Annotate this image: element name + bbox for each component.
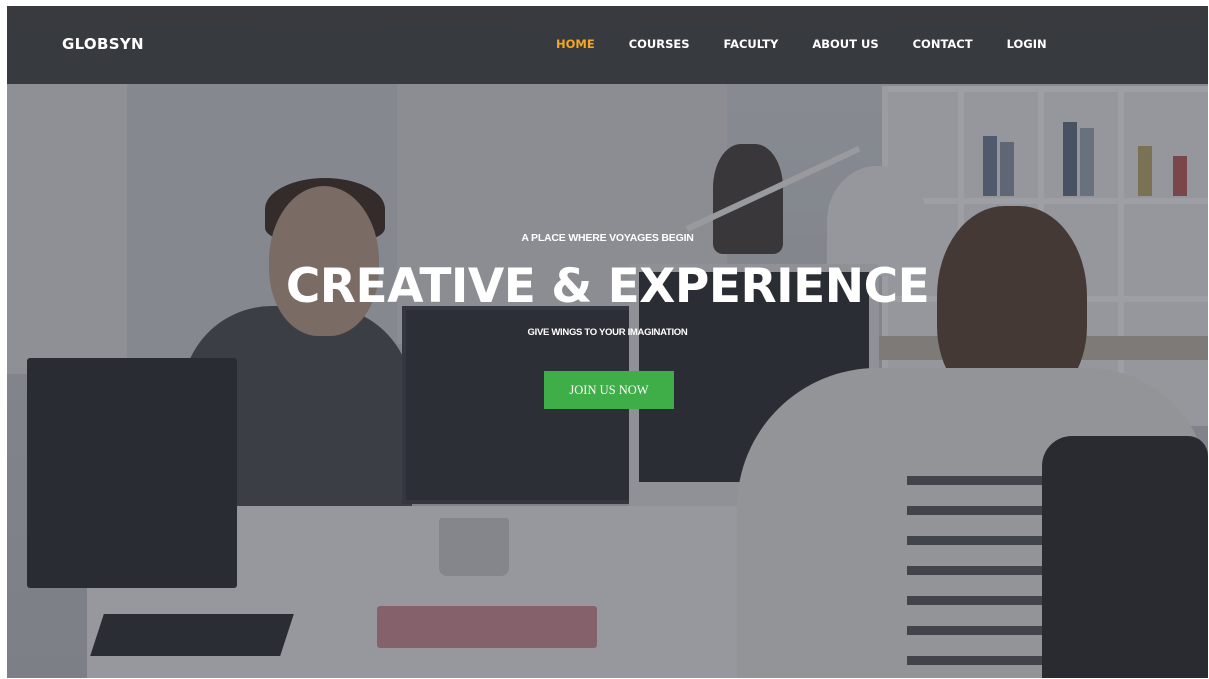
hero-dark-overlay — [7, 6, 1208, 678]
nav-login[interactable]: LOGIN — [1007, 37, 1047, 51]
nav-courses[interactable]: COURSES — [629, 37, 690, 51]
hero-subline: GIVE WINGS TO YOUR IMAGINATION — [527, 327, 688, 338]
page-frame: GLOBSYN HOME COURSES FACULTY ABOUT US CO… — [7, 6, 1208, 678]
brand-logo[interactable]: GLOBSYN — [62, 35, 144, 53]
join-us-now-button[interactable]: JOIN US NOW — [544, 371, 674, 409]
hero-tagline: A PLACE WHERE VOYAGES BEGIN — [521, 232, 694, 244]
nav-faculty[interactable]: FACULTY — [724, 37, 779, 51]
main-nav: HOME COURSES FACULTY ABOUT US CONTACT LO… — [556, 37, 1047, 51]
hero-headline: CREATIVE & EXPERIENCE — [285, 259, 930, 314]
nav-contact[interactable]: CONTACT — [913, 37, 973, 51]
nav-home[interactable]: HOME — [556, 37, 595, 51]
top-navbar: GLOBSYN HOME COURSES FACULTY ABOUT US CO… — [7, 6, 1208, 84]
nav-about-us[interactable]: ABOUT US — [812, 37, 878, 51]
